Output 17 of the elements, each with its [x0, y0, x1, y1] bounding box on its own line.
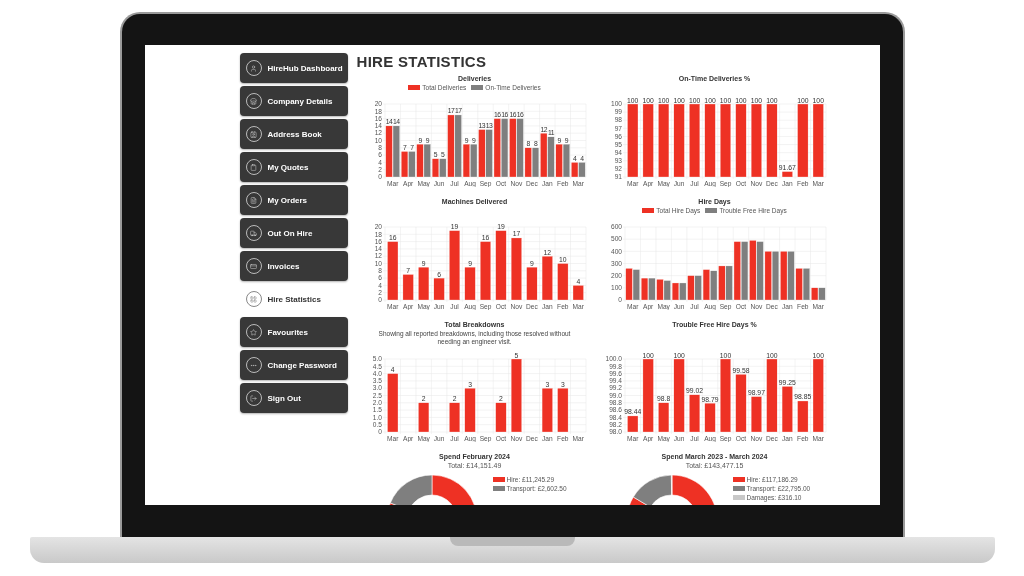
sidebar-item[interactable]: My Orders — [239, 185, 348, 215]
sidebar-item[interactable]: Invoices — [239, 251, 348, 281]
sidebar-item[interactable]: Company Details — [239, 86, 348, 116]
sidebar-item[interactable]: Favourites — [239, 317, 348, 347]
legend-swatch — [732, 485, 745, 491]
sidebar-item[interactable]: Out On Hire — [239, 218, 348, 248]
sidebar-item[interactable]: Sign Out — [239, 383, 348, 413]
sidebar-item[interactable]: My Quotes — [239, 152, 348, 182]
sidebar-item[interactable]: Change Password — [239, 350, 348, 380]
legend-swatch — [732, 476, 745, 482]
sidebar-item[interactable]: Address Book — [239, 119, 348, 149]
sidebar-item[interactable]: Hire Statistics — [239, 284, 348, 314]
legend-swatch — [492, 485, 505, 491]
page-title: HIRE STATISTICS — [356, 53, 487, 70]
legend-swatch — [492, 476, 505, 482]
sidebar-item[interactable]: HireHub Dashboard — [239, 53, 348, 83]
legend-swatch — [732, 494, 745, 500]
